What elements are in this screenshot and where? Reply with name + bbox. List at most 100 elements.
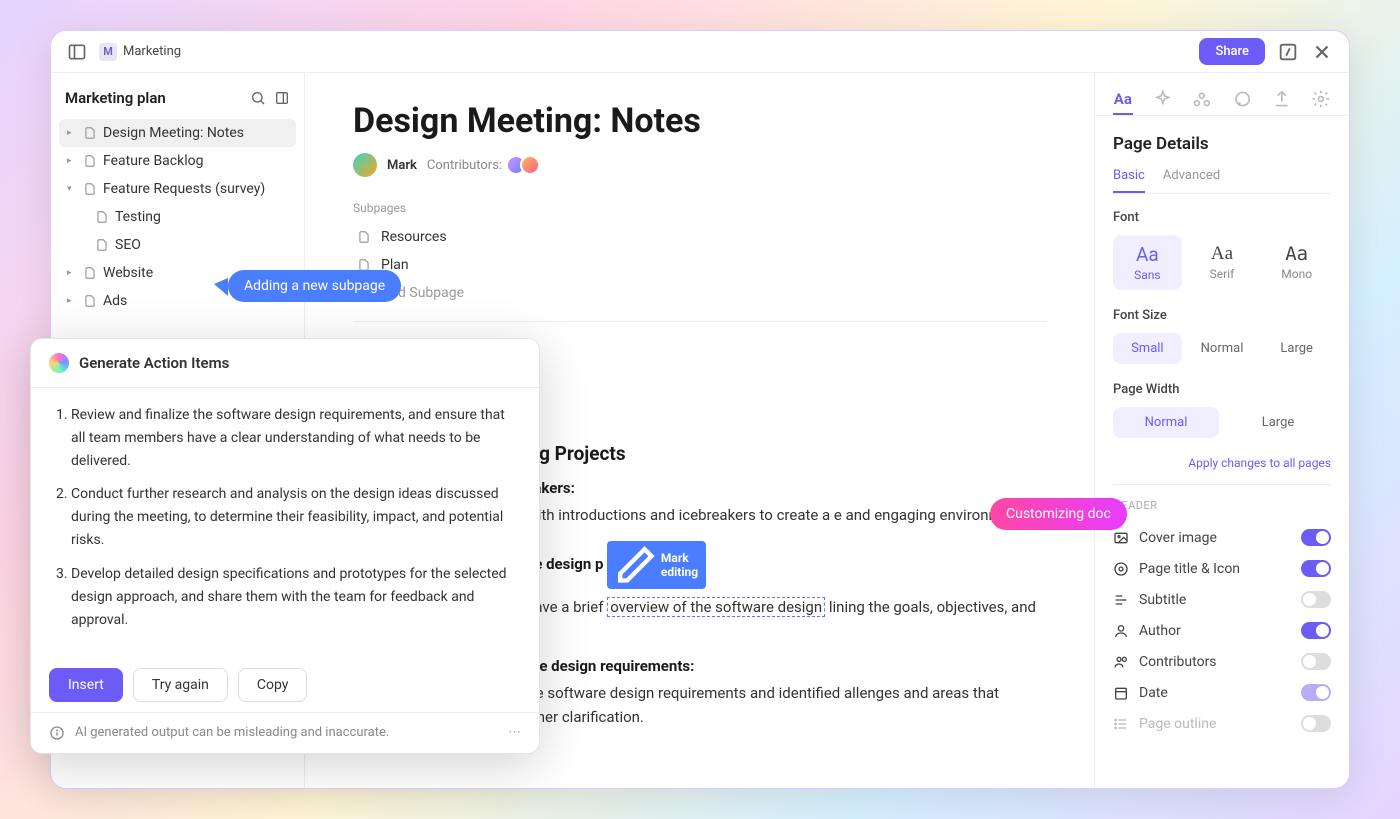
sidebar-item[interactable]: SEO: [59, 231, 296, 259]
insert-button[interactable]: Insert: [49, 668, 123, 702]
font-option-sans[interactable]: AaSans: [1113, 235, 1182, 290]
toggle-switch[interactable]: [1301, 653, 1331, 670]
sidebar-item[interactable]: ▾Feature Requests (survey): [59, 175, 296, 203]
width-option-normal[interactable]: Normal: [1113, 407, 1219, 438]
tab-settings-icon[interactable]: [1311, 85, 1331, 115]
action-item: Review and finalize the software design …: [71, 404, 519, 473]
tab-export-icon[interactable]: [1272, 85, 1292, 115]
body-text[interactable]: g started with introductions and icebrea…: [463, 503, 1046, 527]
toggle-row: Page title & Icon: [1113, 553, 1331, 584]
workspace-breadcrumb[interactable]: M Marketing: [99, 43, 181, 61]
toggle-icon: [1113, 561, 1129, 577]
body-text[interactable]: manager gave a brief overview of the sof…: [463, 595, 1046, 643]
font-option-serif[interactable]: AaSerif: [1188, 235, 1257, 290]
subsection-heading[interactable]: the software design requirements:: [463, 657, 1046, 675]
subpage-item[interactable]: Plan: [353, 251, 1046, 279]
toggle-row: Subtitle: [1113, 584, 1331, 615]
more-icon[interactable]: ⋯: [508, 725, 521, 740]
author-avatar[interactable]: [353, 153, 377, 177]
workspace-letter: M: [99, 43, 117, 61]
try-again-button[interactable]: Try again: [133, 668, 228, 702]
size-option-large[interactable]: Large: [1262, 333, 1331, 364]
action-item: Develop detailed design specifications a…: [71, 563, 519, 632]
workspace-name: Marketing: [123, 44, 181, 59]
page-title[interactable]: Design Meeting: Notes: [353, 101, 1046, 141]
doc-icon: [83, 182, 97, 196]
subpages-label: Subpages: [353, 201, 1046, 215]
action-item: Conduct further research and analysis on…: [71, 483, 519, 552]
apply-all-link[interactable]: Apply changes to all pages: [1113, 456, 1331, 470]
section-heading[interactable]: Marketing Projects: [463, 442, 1046, 465]
sidebar-item[interactable]: ▸Design Meeting: Notes: [59, 119, 296, 147]
doc-icon: [95, 210, 109, 224]
editing-selection[interactable]: overview of the software design: [607, 597, 825, 617]
info-icon: [49, 725, 65, 741]
tab-share-icon[interactable]: [1192, 85, 1212, 115]
toggle-icon: [1113, 592, 1129, 608]
size-option-small[interactable]: Small: [1113, 333, 1182, 364]
contributor-avatars[interactable]: [512, 155, 540, 175]
subsection-heading[interactable]: he software design p Mark editing: [463, 541, 1046, 589]
author-name: Mark: [387, 158, 417, 173]
body-text[interactable]: scussed the software design requirements…: [463, 681, 1046, 729]
panel-title: Page Details: [1113, 134, 1331, 154]
fontsize-label: Font Size: [1113, 308, 1331, 323]
callout-customize: Customizing doc: [990, 498, 1127, 530]
add-subpage-button[interactable]: Add Subpage: [353, 279, 1046, 307]
toggle-row: Cover image: [1113, 522, 1331, 553]
contributors-label: Contributors:: [427, 158, 502, 173]
disclaimer-text: AI generated output can be misleading an…: [75, 725, 389, 740]
sidebar-title: Marketing plan: [65, 89, 242, 107]
popup-title: Generate Action Items: [79, 354, 229, 372]
width-option-large[interactable]: Large: [1225, 407, 1331, 438]
toggle-row: Date: [1113, 677, 1331, 708]
header-section-label: HEADER: [1113, 499, 1331, 512]
toggle-switch[interactable]: [1301, 622, 1331, 639]
popup-body: Review and finalize the software design …: [31, 388, 539, 658]
toggle-switch[interactable]: [1301, 529, 1331, 546]
share-button[interactable]: Share: [1199, 38, 1265, 65]
sidebar-toggle-icon[interactable]: [67, 42, 87, 62]
toggle-row: Page outline: [1113, 708, 1331, 739]
panel-icon[interactable]: [274, 90, 290, 106]
copy-button[interactable]: Copy: [238, 668, 308, 702]
width-label: Page Width: [1113, 382, 1331, 397]
subsection-heading[interactable]: and icebreakers:: [463, 479, 1046, 497]
tab-comments-icon[interactable]: [1232, 85, 1252, 115]
toggle-row: Author: [1113, 615, 1331, 646]
subtab-basic[interactable]: Basic: [1113, 168, 1145, 193]
sidebar-item[interactable]: ▸Feature Backlog: [59, 147, 296, 175]
doc-icon: [83, 266, 97, 280]
doc-icon: [83, 126, 97, 140]
details-panel: Aa Page Details Basic Advanced Font AaSa…: [1094, 73, 1349, 788]
search-icon[interactable]: [250, 90, 266, 106]
toggle-switch[interactable]: [1301, 684, 1331, 701]
ai-popup: Generate Action Items Review and finaliz…: [30, 338, 540, 754]
toggle-icon: [1113, 623, 1129, 639]
size-option-normal[interactable]: Normal: [1188, 333, 1257, 364]
tab-ai-icon[interactable]: [1153, 85, 1173, 115]
font-label: Font: [1113, 210, 1331, 225]
editing-indicator: Mark editing: [607, 541, 706, 589]
toggle-icon: [1113, 530, 1129, 546]
toggle-row: Contributors: [1113, 646, 1331, 677]
sidebar-item[interactable]: Testing: [59, 203, 296, 231]
font-option-mono[interactable]: AaMono: [1262, 235, 1331, 290]
toggle-icon: [1113, 716, 1129, 732]
doc-icon: [83, 154, 97, 168]
toggle-icon: [1113, 654, 1129, 670]
doc-icon: [95, 238, 109, 252]
toggle-switch[interactable]: [1301, 715, 1331, 732]
toggle-switch[interactable]: [1301, 560, 1331, 577]
callout-subpage: Adding a new subpage: [228, 270, 401, 302]
toggle-icon: [1113, 685, 1129, 701]
tab-typography[interactable]: Aa: [1113, 85, 1133, 115]
subtab-advanced[interactable]: Advanced: [1163, 168, 1220, 193]
ai-sparkle-icon: [49, 353, 69, 373]
topbar: M Marketing Share: [51, 31, 1349, 73]
subpage-item[interactable]: Resources: [353, 223, 1046, 251]
toggle-switch[interactable]: [1301, 591, 1331, 608]
doc-icon: [83, 294, 97, 308]
expand-icon[interactable]: [1277, 41, 1299, 63]
close-icon[interactable]: [1311, 41, 1333, 63]
